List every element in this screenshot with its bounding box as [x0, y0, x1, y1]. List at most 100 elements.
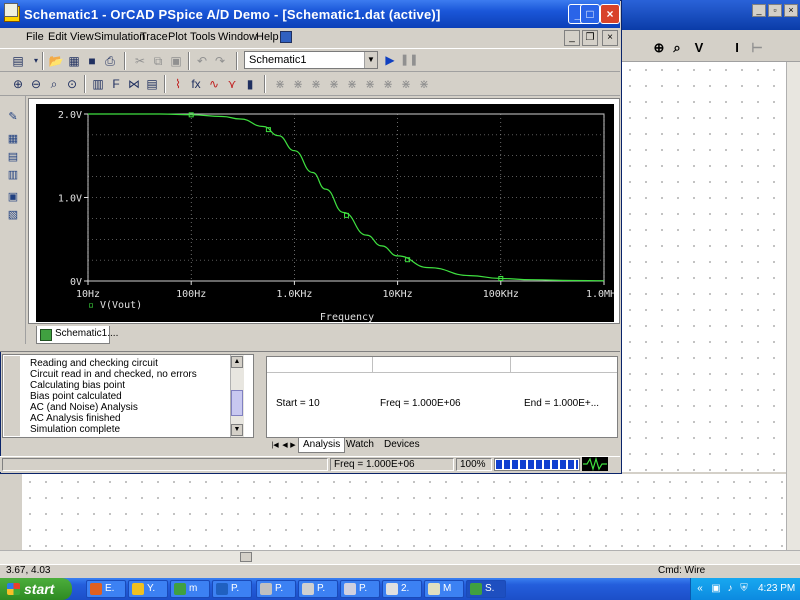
output-scroll-thumb[interactable] — [231, 390, 243, 416]
bg-minimize-button[interactable]: _ — [752, 4, 766, 17]
menu-tools[interactable]: Tools — [190, 31, 216, 43]
taskbar-button-label: P. — [359, 583, 368, 594]
zoom-in-icon[interactable]: ⊕ — [10, 76, 26, 92]
clock[interactable]: 4:23 PM — [758, 583, 795, 594]
voltage-marker-icon[interactable]: V — [690, 39, 708, 57]
menu-view[interactable]: View — [70, 31, 94, 43]
cursor-min-icon[interactable]: ⋇ — [308, 76, 324, 92]
schematic-hscroll-thumb[interactable] — [240, 552, 252, 562]
cursor-prev-icon[interactable]: ⋇ — [398, 76, 414, 92]
log-x-axis-icon[interactable]: ▥ — [90, 76, 106, 92]
tray-expand-icon[interactable]: « — [694, 583, 706, 595]
cursor-slope-icon[interactable]: ⋇ — [290, 76, 306, 92]
properties-icon[interactable]: ▤ — [6, 150, 20, 164]
menu-file[interactable]: File — [26, 31, 44, 43]
network-icon[interactable]: ▣ — [710, 583, 722, 595]
tab-analysis[interactable]: Analysis — [298, 438, 346, 453]
menu-window[interactable]: Window — [218, 31, 257, 43]
simulation-profile-select[interactable]: Schematic1 — [244, 51, 378, 69]
close-button[interactable]: × — [600, 4, 620, 24]
tab-next-icon[interactable]: ▶ — [288, 440, 298, 451]
zoom-in-icon[interactable]: ⊕ — [650, 39, 668, 57]
volume-icon[interactable]: ♪ — [724, 583, 736, 595]
schematic-canvas-lower[interactable] — [22, 474, 786, 550]
cursor-peak-icon[interactable]: ⋎ — [224, 76, 240, 92]
chevron-down-icon[interactable]: ▼ — [364, 52, 377, 68]
taskbar-button[interactable]: P. — [256, 580, 296, 598]
menu-simulation[interactable]: Simulation — [94, 31, 145, 43]
taskbar-button[interactable]: m — [170, 580, 210, 598]
menu-help[interactable]: Help — [256, 31, 279, 43]
cursor-search-icon[interactable]: ⋇ — [362, 76, 378, 92]
save-icon[interactable]: ■ — [84, 53, 100, 69]
vertical-splitter[interactable] — [254, 354, 264, 454]
performance-analysis-icon[interactable]: ⋈ — [126, 76, 142, 92]
taskbar-button[interactable]: P. — [212, 580, 252, 598]
taskbar-button[interactable]: P. — [340, 580, 380, 598]
taskbar-button[interactable]: S. — [466, 580, 506, 598]
schematic-canvas[interactable] — [622, 62, 786, 472]
add-trace-icon[interactable]: ⌇ — [170, 76, 186, 92]
print-icon[interactable]: ⎙ — [102, 53, 118, 69]
toggle-cursor-icon[interactable]: ∿ — [206, 76, 222, 92]
undo-icon[interactable]: ↶ — [194, 53, 210, 69]
cursor-trough-icon[interactable]: ⋇ — [272, 76, 288, 92]
schematic-vertical-scrollbar[interactable] — [786, 62, 800, 550]
zoom-fit-icon[interactable]: ⊙ — [64, 76, 80, 92]
zoom-out-icon[interactable]: ⊖ — [28, 76, 44, 92]
schematic-horizontal-scrollbar[interactable] — [0, 550, 800, 564]
mdi-minimize-button[interactable]: _ — [564, 30, 580, 46]
open-icon[interactable]: 📂 — [48, 53, 64, 69]
schematic-icon[interactable]: ▦ — [6, 132, 20, 146]
taskbar-button[interactable]: Y. — [128, 580, 168, 598]
cut-icon[interactable]: ✂ — [132, 53, 148, 69]
maximize-button[interactable]: □ — [580, 4, 600, 24]
zoom-area-icon[interactable]: ⌕ — [668, 39, 686, 57]
zoom-area-icon[interactable]: ⌕ — [46, 76, 62, 92]
copy-icon[interactable]: ⧉ — [150, 53, 166, 69]
output-file-icon[interactable]: ▣ — [6, 190, 20, 204]
help-pointer-icon[interactable] — [280, 31, 292, 43]
mdi-close-button[interactable]: × — [602, 30, 618, 46]
fourier-icon[interactable]: F — [108, 76, 124, 92]
taskbar-button[interactable]: M — [424, 580, 464, 598]
bg-restore-button[interactable]: ▫ — [768, 4, 782, 17]
scroll-down-icon[interactable]: ▼ — [231, 424, 243, 436]
data-file-icon[interactable]: ▧ — [6, 208, 20, 222]
scroll-up-icon[interactable]: ▲ — [231, 356, 243, 368]
tab-devices[interactable]: Devices — [380, 438, 424, 453]
taskbar-button[interactable]: E. — [86, 580, 126, 598]
menu-trace[interactable]: Trace — [140, 31, 168, 43]
mark-label-icon[interactable]: ▮ — [242, 76, 258, 92]
open-file-icon[interactable]: ▦ — [66, 53, 82, 69]
pointer-icon[interactable]: ✎ — [6, 110, 20, 124]
run-simulation-button[interactable]: ▶ — [382, 52, 398, 68]
probe-plot[interactable]: 0V 1.0V 2.0V 10Hz 100Hz 1.0KHz 10KHz 100KHz 1.0… — [36, 104, 614, 322]
legend-trace-label[interactable]: V(Vout) — [100, 300, 142, 311]
menu-plot[interactable]: Plot — [168, 31, 187, 43]
security-icon[interactable]: ⛨ — [738, 583, 750, 595]
taskbar-button[interactable]: 2. — [382, 580, 422, 598]
eval-measurement-icon[interactable]: fx — [188, 76, 204, 92]
redo-icon[interactable]: ↷ — [212, 53, 228, 69]
mark-data-icon[interactable]: ⋇ — [416, 76, 432, 92]
cursor-max-icon[interactable]: ⋇ — [326, 76, 342, 92]
stimulus-icon[interactable]: ▥ — [6, 168, 20, 182]
horizontal-splitter[interactable] — [0, 344, 620, 352]
mdi-restore-button[interactable]: ❐ — [582, 30, 598, 46]
output-line: Simulation complete — [30, 424, 121, 435]
cursor-next-icon[interactable]: ⋇ — [380, 76, 396, 92]
taskbar-button[interactable]: P. — [298, 580, 338, 598]
cursor-point-icon[interactable]: ⋇ — [344, 76, 360, 92]
current-marker-icon[interactable]: I — [728, 39, 746, 57]
tab-watch[interactable]: Watch — [342, 438, 378, 453]
menu-edit[interactable]: Edit — [48, 31, 67, 43]
document-icon[interactable] — [4, 3, 18, 17]
pause-simulation-button[interactable]: ❚❚ — [400, 52, 418, 68]
new-icon[interactable]: ▤ — [10, 53, 26, 69]
paste-icon[interactable]: ▣ — [168, 53, 184, 69]
log-y-axis-icon[interactable]: ▤ — [144, 76, 160, 92]
power-marker-icon[interactable]: ⊢ — [748, 39, 766, 57]
tab-first-icon[interactable]: |◀ — [270, 440, 280, 451]
bg-close-button[interactable]: × — [784, 4, 798, 17]
